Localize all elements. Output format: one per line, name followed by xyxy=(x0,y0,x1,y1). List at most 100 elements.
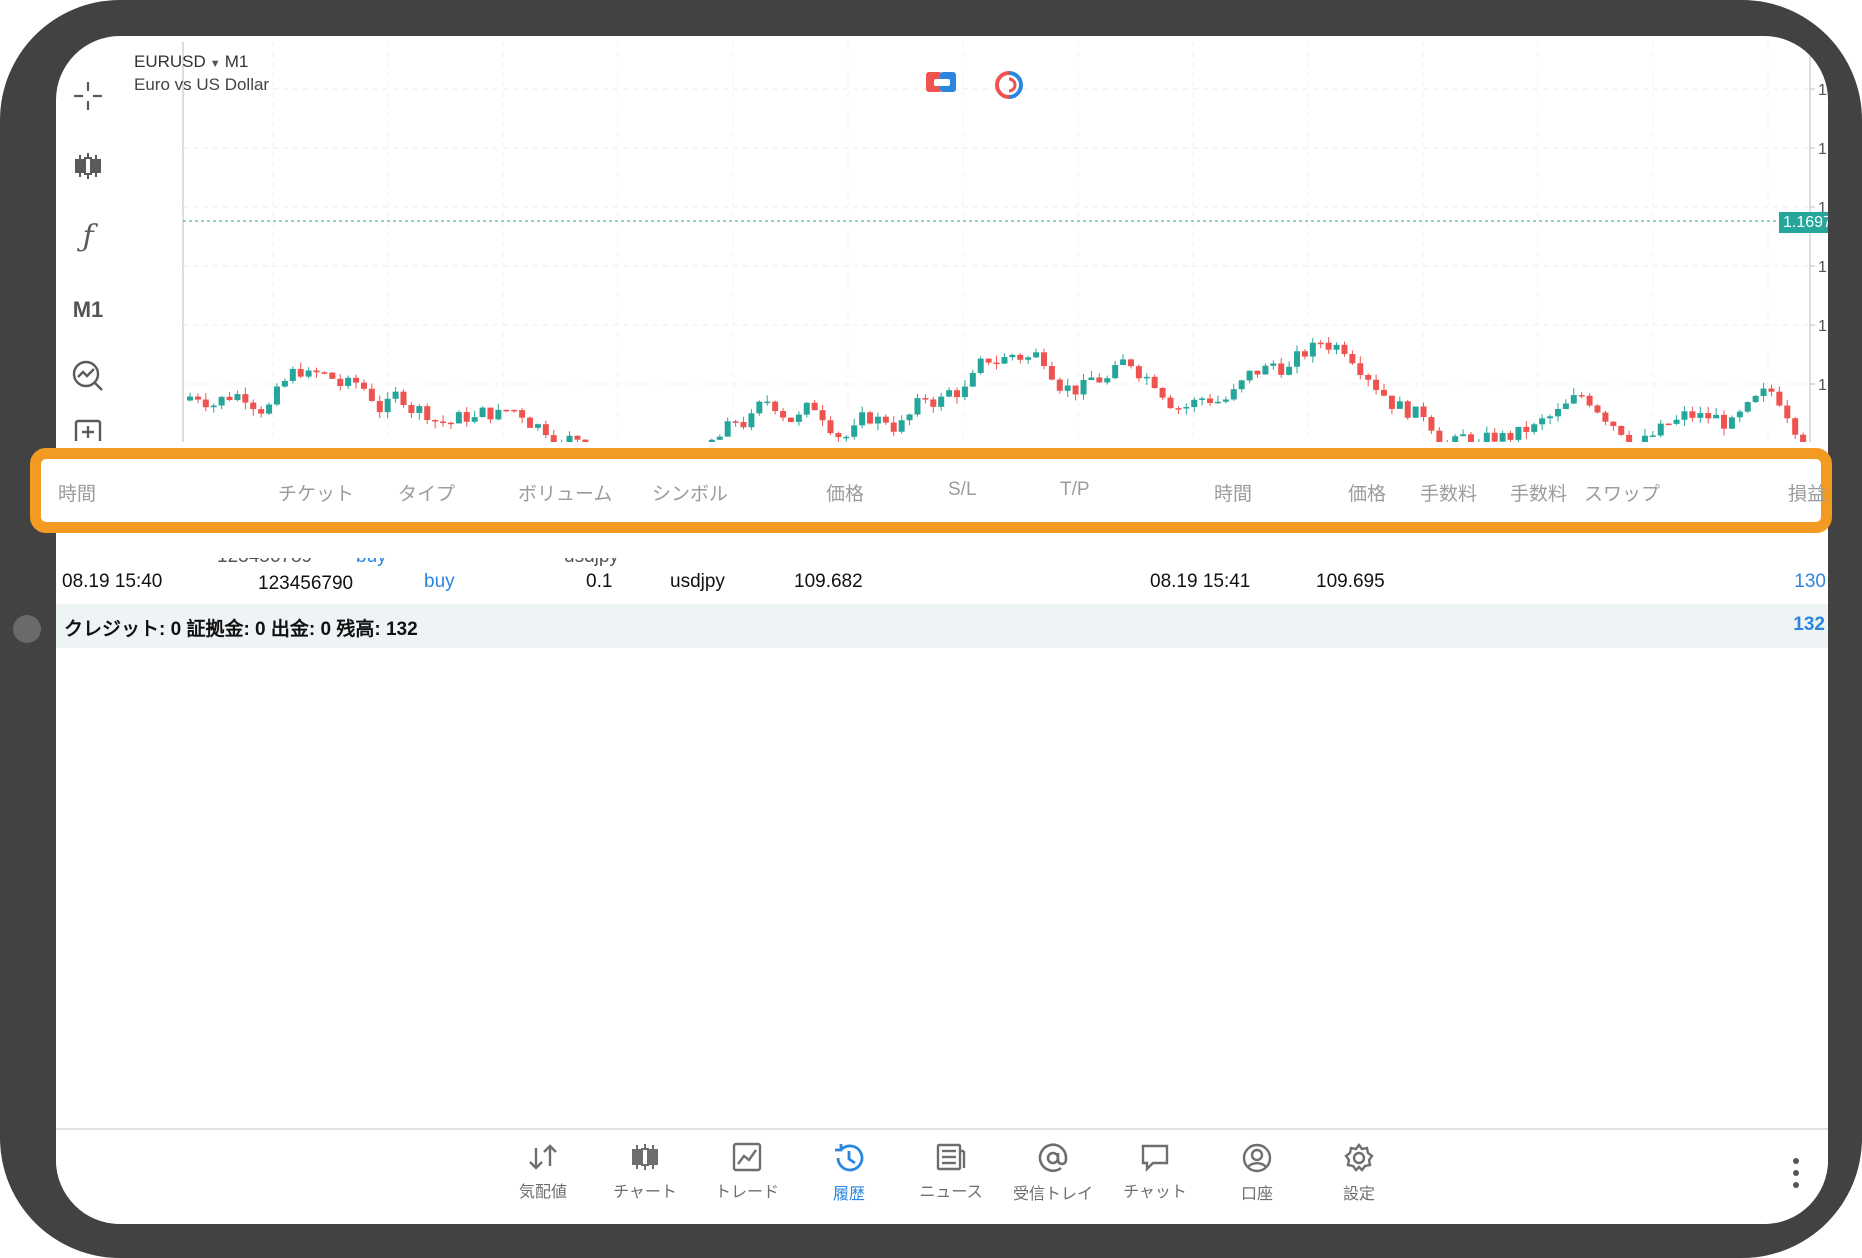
candle-body xyxy=(187,396,193,401)
history-icon xyxy=(835,1144,864,1172)
one-click-trading-icon[interactable] xyxy=(926,70,958,99)
nav-news-label: ニュース xyxy=(919,1184,983,1201)
news-icon xyxy=(936,1143,966,1171)
header-type[interactable]: タイプ xyxy=(398,479,455,506)
nav-news[interactable]: ニュース xyxy=(906,1142,996,1222)
candle-body xyxy=(1657,423,1664,436)
account-icon xyxy=(1242,1143,1272,1173)
candle-body xyxy=(890,422,897,432)
candle-body xyxy=(1728,417,1735,429)
candle-body xyxy=(1768,388,1775,392)
nav-account[interactable]: 口座 xyxy=(1212,1142,1302,1222)
candle-body xyxy=(1586,395,1593,406)
header-commission[interactable]: 手数料 xyxy=(1420,479,1477,506)
candle-body xyxy=(1499,433,1506,442)
candle-body xyxy=(1033,352,1040,358)
header-volume[interactable]: ボリューム xyxy=(518,479,612,506)
candle-body xyxy=(993,362,1000,365)
header-sl[interactable]: S/L xyxy=(948,479,977,501)
header-time[interactable]: 時間 xyxy=(58,479,96,506)
candle-body xyxy=(1183,407,1190,409)
header-ticket[interactable]: チケット xyxy=(278,479,354,506)
header-swap[interactable]: スワップ xyxy=(1584,479,1660,506)
candle-body xyxy=(384,398,391,413)
candle-body xyxy=(1001,357,1008,364)
candle-body xyxy=(1792,418,1799,435)
candle-body xyxy=(1428,417,1435,431)
candle-body xyxy=(1602,412,1609,422)
candle-body xyxy=(835,433,842,438)
quotes-icon xyxy=(529,1144,557,1170)
crosshair-icon[interactable] xyxy=(68,76,108,116)
candle-body xyxy=(1507,433,1514,440)
header-close-price[interactable]: 価格 xyxy=(1348,479,1386,506)
nav-mailbox-label: 受信トレイ xyxy=(1012,1186,1093,1203)
price-chart[interactable]: 1.170301.170051.169801.169551.169301.169… xyxy=(126,42,1828,442)
dropdown-arrow-icon: ▼ xyxy=(209,58,221,70)
candle-body xyxy=(455,412,462,424)
candle-body xyxy=(487,407,494,420)
candle-body xyxy=(1523,426,1530,432)
candle-body xyxy=(1286,366,1293,375)
function-icon[interactable]: ƒ xyxy=(68,216,108,256)
nav-mailbox[interactable]: 受信トレイ xyxy=(1008,1142,1098,1222)
header-fee[interactable]: 手数料 xyxy=(1510,479,1567,506)
candles-icon[interactable] xyxy=(68,146,108,186)
nav-history[interactable]: 履歴 xyxy=(804,1142,894,1222)
symbol-description: Euro vs US Dollar xyxy=(134,75,270,94)
header-close-time[interactable]: 時間 xyxy=(1214,479,1252,506)
price-label: 1.17005 xyxy=(1818,141,1828,158)
candle-body xyxy=(811,402,818,411)
candle-body xyxy=(938,396,945,407)
candle-body xyxy=(1325,342,1332,350)
candle-body xyxy=(234,394,241,401)
candle-body xyxy=(337,378,344,386)
candle-body xyxy=(882,416,889,423)
candle-body xyxy=(582,439,589,442)
candle-body xyxy=(440,421,447,424)
chart-symbol-title[interactable]: EURUSD ▼ M1 xyxy=(134,52,248,72)
candle-body xyxy=(859,412,866,426)
candle-body xyxy=(1159,388,1166,398)
header-symbol[interactable]: シンボル xyxy=(652,479,728,506)
indicator-icon[interactable] xyxy=(68,356,108,396)
candle-body xyxy=(416,406,423,413)
nav-trade[interactable]: トレード xyxy=(702,1142,792,1222)
candle-body xyxy=(1673,419,1680,424)
header-price[interactable]: 価格 xyxy=(826,479,864,506)
header-tp[interactable]: T/P xyxy=(1060,479,1090,501)
candle-body xyxy=(1531,424,1538,432)
candle-body xyxy=(1689,411,1696,418)
candle-body xyxy=(463,412,470,422)
more-options-icon[interactable] xyxy=(1786,1158,1806,1198)
candlestick-chart[interactable]: 1.170301.170051.169801.169551.169301.169… xyxy=(126,42,1828,442)
candle-body xyxy=(1112,365,1119,379)
timeframe-button[interactable]: M1 xyxy=(68,290,108,330)
candle-body xyxy=(1681,411,1688,420)
candle-body xyxy=(194,396,201,400)
candle-body xyxy=(1436,430,1443,442)
candle-body xyxy=(1412,406,1419,418)
candle-body xyxy=(1721,414,1728,429)
candle-body xyxy=(1594,405,1601,413)
nav-settings[interactable]: 設定 xyxy=(1314,1142,1404,1222)
nav-chart[interactable]: チャート xyxy=(600,1142,690,1222)
add-object-icon[interactable] xyxy=(68,416,108,441)
candle-body xyxy=(930,399,937,407)
home-button[interactable] xyxy=(13,615,41,643)
header-profit[interactable]: 損益 xyxy=(1788,479,1826,506)
candle-body xyxy=(495,409,502,420)
nav-quotes[interactable]: 気配値 xyxy=(498,1142,588,1222)
nav-chat[interactable]: チャット xyxy=(1110,1142,1200,1222)
price-label: 1.16930 xyxy=(1818,318,1828,335)
candle-body xyxy=(1705,413,1712,419)
signal-indicator-icon[interactable] xyxy=(994,70,1024,105)
candle-body xyxy=(1452,436,1459,442)
candle-body xyxy=(1278,363,1285,375)
candle-body xyxy=(1381,389,1388,396)
candle-body xyxy=(1547,416,1554,419)
candle-body xyxy=(297,368,304,377)
candle-body xyxy=(780,411,787,418)
partial-row-symbol: usdjpy xyxy=(564,558,619,570)
candle-body xyxy=(906,414,913,421)
